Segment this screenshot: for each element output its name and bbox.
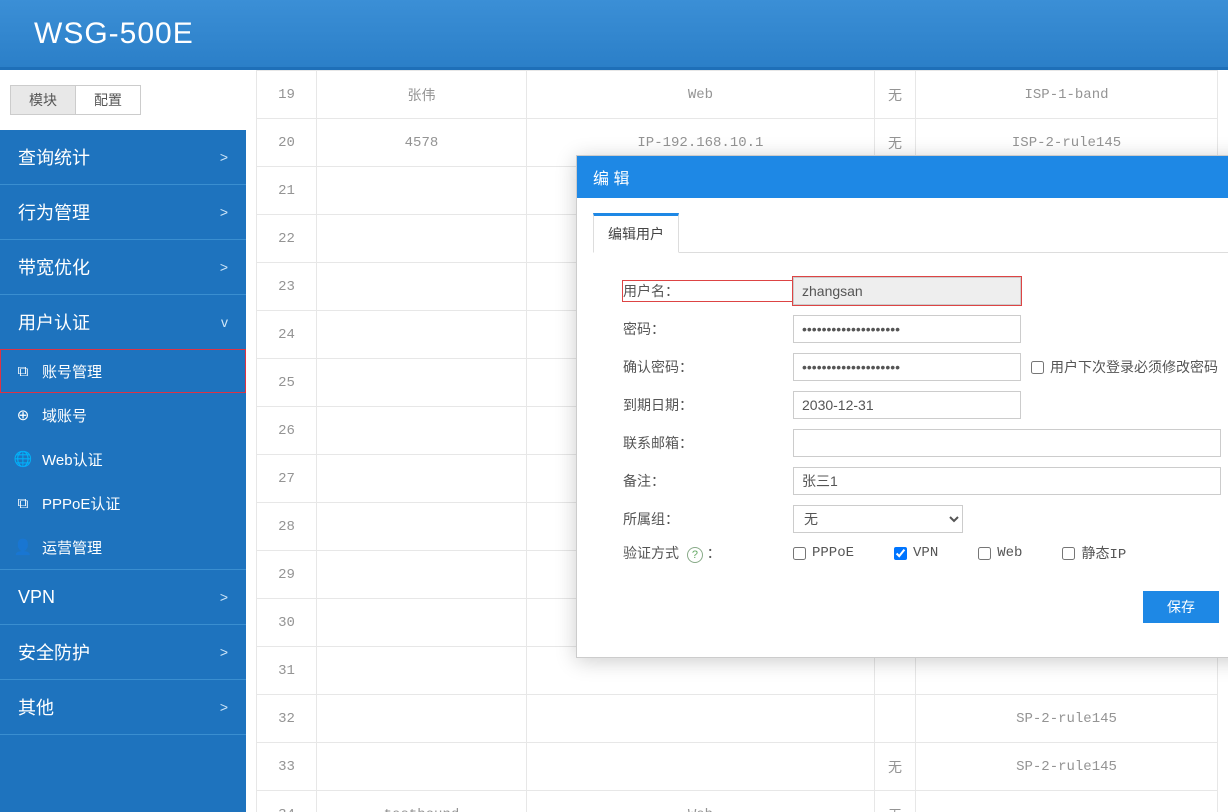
- help-icon[interactable]: ?: [687, 547, 703, 563]
- nav-sub-label: Web认证: [42, 449, 103, 470]
- nav-sub-item-0[interactable]: ⧉ 账号管理: [0, 349, 246, 393]
- nav-sub-item-3[interactable]: ⧉ PPPoE认证: [0, 481, 246, 525]
- modal-header: 编 辑 ✕: [577, 156, 1228, 198]
- label-auth: 验证方式 ? ：: [623, 543, 793, 563]
- save-button[interactable]: 保存: [1143, 591, 1219, 623]
- nav-item-label: 用户认证: [18, 309, 90, 335]
- nav-item-label: 其他: [18, 694, 54, 720]
- nav-item-label: VPN: [18, 587, 55, 608]
- username-input[interactable]: [793, 277, 1021, 305]
- label-expire: 到期日期：: [623, 395, 793, 415]
- password-input[interactable]: [793, 315, 1021, 343]
- nav-sub-item-1[interactable]: ⊕ 域账号: [0, 393, 246, 437]
- menu-icon: ⧉: [14, 494, 32, 512]
- main-content: 19张伟Web无ISP-1-band204578IP-192.168.10.1无…: [246, 70, 1228, 812]
- auth-web-label: Web: [997, 545, 1022, 561]
- edit-user-modal: 编 辑 ✕ 编辑用户 用户名： 密码： 确认密码: [576, 155, 1228, 658]
- chevron-right-icon: >: [220, 589, 228, 605]
- chevron-right-icon: >: [220, 644, 228, 660]
- menu-icon: ⊕: [14, 406, 32, 424]
- group-select[interactable]: 无: [793, 505, 963, 533]
- remark-input[interactable]: [793, 467, 1221, 495]
- nav-item-1[interactable]: 行为管理 >: [0, 185, 246, 239]
- nav-item-label: 查询统计: [18, 144, 90, 170]
- label-group: 所属组：: [623, 509, 793, 529]
- nav-item-2[interactable]: 带宽优化 >: [0, 240, 246, 294]
- auth-pppoe-checkbox[interactable]: [793, 547, 806, 560]
- chevron-right-icon: >: [220, 699, 228, 715]
- tab-module[interactable]: 模块: [10, 85, 76, 115]
- sidebar-tabs: 模块 配置: [0, 70, 246, 130]
- nav-item-label: 带宽优化: [18, 254, 90, 280]
- nav-item-label: 安全防护: [18, 639, 90, 665]
- modal-title: 编 辑: [593, 165, 629, 189]
- modal-tab-edit-user[interactable]: 编辑用户: [593, 213, 679, 253]
- app-header: WSG-500E: [0, 0, 1228, 70]
- tab-config[interactable]: 配置: [75, 85, 141, 115]
- label-password: 密码：: [623, 319, 793, 339]
- nav-sub-label: 账号管理: [42, 361, 102, 382]
- nav-item-6[interactable]: 其他 >: [0, 680, 246, 734]
- must-change-password-checkbox[interactable]: [1031, 361, 1044, 374]
- nav-sub-label: 运营管理: [42, 537, 102, 558]
- confirm-password-input[interactable]: [793, 353, 1021, 381]
- email-input[interactable]: [793, 429, 1221, 457]
- menu-icon: ⧉: [14, 362, 32, 380]
- nav-sub-item-2[interactable]: 🌐 Web认证: [0, 437, 246, 481]
- chevron-right-icon: >: [220, 204, 228, 220]
- chevron-down-icon: v: [221, 314, 228, 330]
- nav-item-4[interactable]: VPN >: [0, 570, 246, 624]
- nav-sub-item-4[interactable]: 👤 运营管理: [0, 525, 246, 569]
- nav-item-0[interactable]: 查询统计 >: [0, 130, 246, 184]
- auth-vpn-checkbox[interactable]: [894, 547, 907, 560]
- label-confirm: 确认密码：: [623, 357, 793, 377]
- sidebar: 模块 配置 查询统计 > 行为管理 > 带宽优化 > 用户认证 v ⧉ 账号管理 ⊕ 域账号 🌐 Web认…: [0, 70, 246, 812]
- product-title: WSG-500E: [34, 17, 194, 51]
- menu-icon: 👤: [14, 538, 32, 556]
- label-remark: 备注：: [623, 471, 793, 491]
- label-username: 用户名：: [623, 281, 793, 301]
- label-email: 联系邮箱：: [623, 433, 793, 453]
- menu-icon: 🌐: [14, 450, 32, 468]
- nav-sub-label: 域账号: [42, 405, 87, 426]
- auth-static-checkbox[interactable]: [1062, 547, 1075, 560]
- nav-sub-label: PPPoE认证: [42, 493, 120, 514]
- auth-web-checkbox[interactable]: [978, 547, 991, 560]
- auth-static-label: 静态IP: [1081, 543, 1126, 563]
- nav-item-3[interactable]: 用户认证 v: [0, 295, 246, 349]
- nav-item-label: 行为管理: [18, 199, 90, 225]
- chevron-right-icon: >: [220, 259, 228, 275]
- chevron-right-icon: >: [220, 149, 228, 165]
- expire-date-input[interactable]: [793, 391, 1021, 419]
- must-change-password-label: 用户下次登录必须修改密码: [1050, 357, 1218, 377]
- nav-item-5[interactable]: 安全防护 >: [0, 625, 246, 679]
- auth-vpn-label: VPN: [913, 545, 938, 561]
- auth-pppoe-label: PPPoE: [812, 545, 854, 561]
